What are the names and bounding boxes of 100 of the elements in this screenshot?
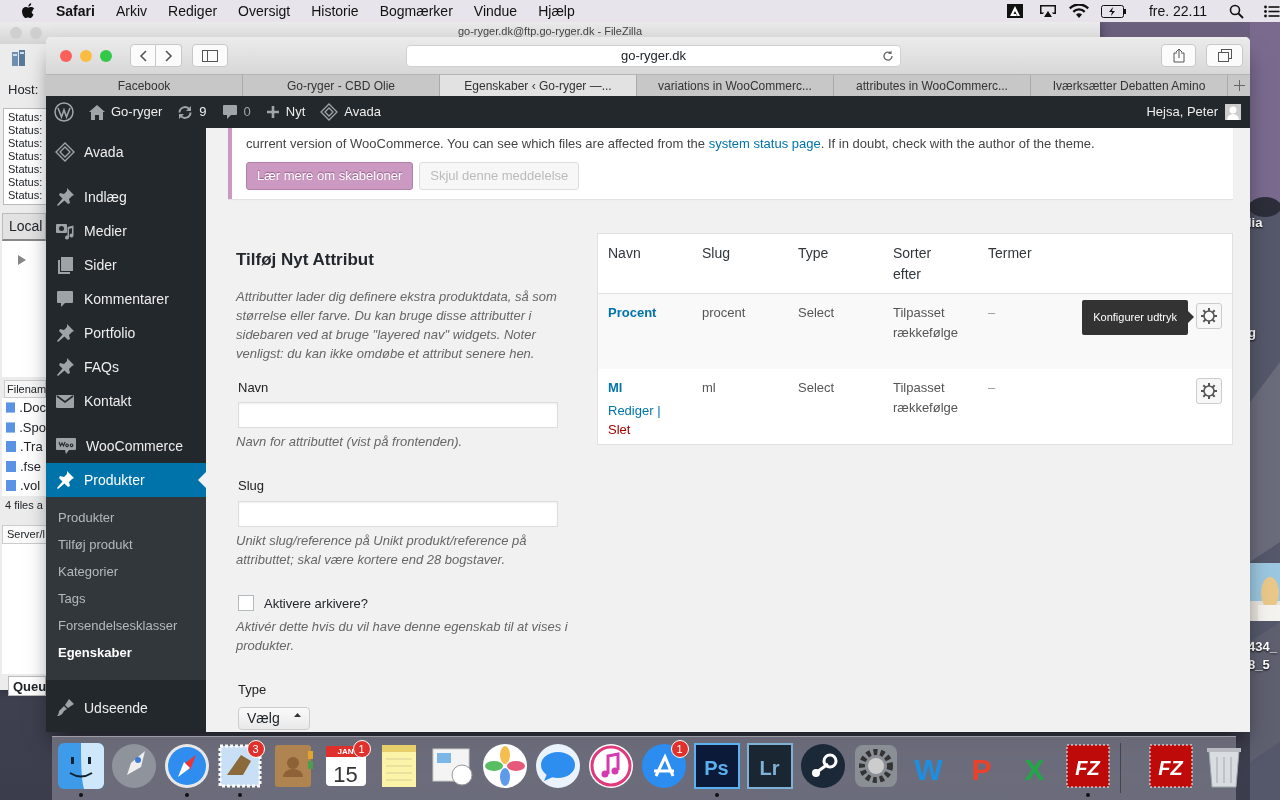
menu-item[interactable]: Vindue (473, 0, 518, 22)
sidebar-menu-item[interactable]: Medier (46, 214, 206, 248)
smiley-icon[interactable] (57, 743, 104, 789)
notification-list-icon[interactable] (1264, 4, 1280, 18)
submenu-item[interactable]: Tags (46, 585, 206, 612)
column-header[interactable]: Termer (988, 245, 1032, 261)
site-name-link[interactable]: Go-ryger (111, 102, 163, 122)
submenu-item[interactable]: Kategorier (46, 558, 206, 585)
file-name[interactable]: .vol (20, 476, 41, 496)
sidebar-menu-item[interactable]: Kommentarer (46, 282, 206, 316)
folder-icon (6, 421, 16, 433)
expand-arrow-icon[interactable] (18, 254, 26, 265)
configure-button[interactable] (1196, 378, 1222, 404)
address-field[interactable]: go-ryger.dk (406, 44, 901, 67)
file-name[interactable]: .Doc (19, 398, 46, 418)
table-cell: – (988, 380, 996, 395)
new-tab-icon[interactable] (1233, 80, 1245, 91)
share-icon (1172, 48, 1185, 63)
flower-icon[interactable] (481, 743, 528, 789)
column-header[interactable]: Sorter efter (893, 243, 963, 285)
refresh-icon[interactable] (177, 104, 194, 120)
select-dropdown[interactable]: Vælg (238, 706, 310, 730)
apple-menu-icon[interactable] (21, 3, 35, 19)
comment-icon[interactable] (221, 104, 238, 120)
local-site-tab[interactable]: Local (2, 212, 46, 241)
file-name[interactable]: .Spo (19, 417, 46, 437)
clock[interactable]: fre. 22.11 (1148, 0, 1207, 22)
site-manager-icon[interactable] (11, 49, 27, 67)
stamp-icon[interactable]: 3 (216, 743, 263, 789)
column-header[interactable]: Type (798, 245, 829, 261)
gear-icon (1201, 308, 1217, 324)
forward-button[interactable] (156, 44, 182, 67)
sidebar-menu-item[interactable]: Portfolio (46, 316, 206, 350)
sidebar-menu-item[interactable]: Avada (46, 135, 206, 169)
submenu-item[interactable]: Produkter (46, 504, 206, 531)
home-icon[interactable] (89, 104, 105, 120)
app-icon[interactable]: Lr (746, 743, 793, 789)
menu-item[interactable]: Oversigt (238, 0, 291, 22)
theme-link[interactable]: Avada (344, 102, 381, 122)
queue-tab[interactable]: Queu (8, 675, 46, 696)
app-menu[interactable]: Safari (56, 0, 95, 22)
menu-item[interactable]: Historie (311, 0, 359, 22)
app-icon[interactable]: FZ (1147, 743, 1194, 789)
column-header[interactable]: Navn (608, 245, 641, 261)
submenu-item[interactable]: Egenskaber (46, 639, 206, 666)
menu-item[interactable]: Hjælp (538, 0, 575, 22)
menu-item[interactable]: Rediger (168, 0, 218, 22)
status-page-link[interactable]: system status page (708, 136, 821, 151)
checkbox[interactable] (238, 595, 254, 612)
back-button[interactable] (130, 44, 156, 67)
sidebar-menu-item[interactable]: WooCommerce (46, 429, 206, 463)
configure-button[interactable] (1196, 303, 1222, 329)
app-icon[interactable]: Ps (693, 743, 740, 789)
search-icon[interactable] (1229, 3, 1244, 19)
compass-icon[interactable] (163, 743, 210, 789)
chevron-left-icon (139, 49, 147, 62)
table-cell: – (988, 305, 996, 320)
wordpress-logo-icon[interactable] (54, 102, 74, 122)
delete-link[interactable]: Slet (608, 421, 631, 437)
sidebar-menu-item[interactable]: FAQs (46, 350, 206, 384)
attribute-name-link[interactable]: Ml (608, 380, 623, 395)
file-name[interactable]: .Tra (20, 437, 43, 457)
browser-tab[interactable]: Egenskaber ‹ Go-ryger —... (440, 75, 637, 96)
column-header[interactable]: Slug (702, 245, 731, 261)
adobe-icon[interactable] (1006, 4, 1023, 18)
battery-icon[interactable] (1100, 4, 1127, 18)
sidebar-menu-item[interactable]: Udseende (46, 691, 206, 725)
submenu-item[interactable]: Tilføj produkt (46, 531, 206, 558)
submenu-item[interactable]: Forsendelsesklasser (46, 612, 206, 639)
greeting-link[interactable]: Hejsa, Peter (1146, 102, 1218, 122)
attribute-name-link[interactable]: Procent (608, 305, 657, 320)
layered-diamond-icon[interactable] (320, 103, 339, 121)
music-note-icon[interactable] (587, 743, 634, 789)
sidebar-button[interactable] (192, 44, 228, 67)
pushpin-icon (55, 323, 75, 343)
steam-icon[interactable] (799, 743, 846, 789)
sidebar-menu-item[interactable]: Kontakt (46, 384, 206, 418)
app-store-icon[interactable]: 1 (640, 743, 687, 789)
gear-icon[interactable] (852, 743, 899, 789)
menu-item[interactable]: Bogmærker (379, 0, 453, 22)
file-name[interactable]: .fse (20, 456, 41, 476)
airplay-icon[interactable] (1038, 4, 1057, 18)
sidebar-menu-item[interactable]: Sider (46, 248, 206, 282)
wifi-icon[interactable] (1068, 3, 1089, 19)
reload-icon[interactable] (882, 49, 894, 62)
plus-icon[interactable] (265, 105, 280, 119)
input-field[interactable] (238, 402, 558, 428)
updates-count[interactable]: 9 (199, 102, 207, 122)
sidebar-menu-item[interactable]: Indlæg (46, 180, 206, 214)
sidebar-menu-item[interactable]: Produkter (46, 463, 206, 497)
comments-count[interactable]: 0 (243, 102, 251, 122)
chat-bubble-icon[interactable] (534, 743, 581, 789)
menu-item[interactable]: Arkiv (115, 0, 148, 22)
edit-link[interactable]: Rediger (608, 402, 654, 418)
column-header[interactable]: Server/l (2, 525, 46, 544)
input-field[interactable] (238, 500, 558, 527)
column-header[interactable]: Filenam (4, 379, 46, 398)
tabs-overview-button[interactable] (1206, 44, 1243, 67)
new-content-link[interactable]: Nyt (285, 102, 306, 122)
app-icon[interactable]: FZ (1064, 743, 1111, 789)
